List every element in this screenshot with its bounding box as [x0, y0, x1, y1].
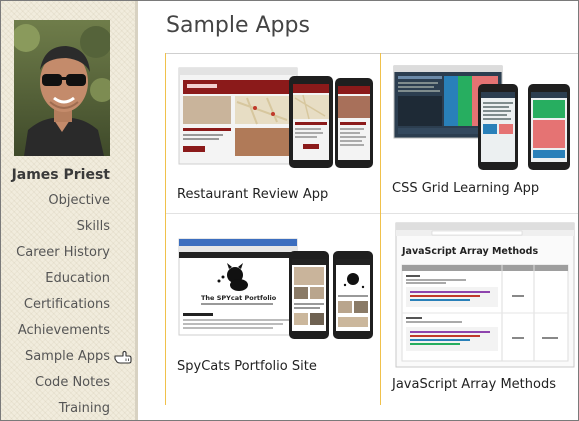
- nav-item-skills[interactable]: Skills: [1, 217, 110, 243]
- divider: [165, 213, 578, 214]
- nav-item-career-history[interactable]: Career History: [1, 243, 110, 269]
- hand-pointer-icon: [114, 349, 132, 364]
- css-grid-thumbnail: [392, 62, 577, 174]
- main-content: Sample Apps Restaurant Review App CSS Gr…: [138, 1, 578, 420]
- card-restaurant-review-app[interactable]: Restaurant Review App: [177, 62, 377, 207]
- card-spycats-portfolio-site[interactable]: The SPYcat Portfolio SpyCats Portfolio S…: [177, 233, 377, 378]
- divider: [165, 53, 578, 54]
- divider: [165, 53, 166, 405]
- nav-item-training[interactable]: Training: [1, 399, 110, 420]
- nav-item-certifications[interactable]: Certifications: [1, 295, 110, 321]
- card-css-grid-learning-app[interactable]: CSS Grid Learning App: [392, 62, 577, 202]
- javascript-array-methods-thumbnail: JavaScript Array Methods: [392, 221, 577, 371]
- nav-item-code-notes[interactable]: Code Notes: [1, 373, 110, 399]
- card-title: Restaurant Review App: [177, 187, 329, 202]
- spycats-thumbnail: The SPYcat Portfolio: [177, 233, 377, 345]
- nav-item-objective[interactable]: Objective: [1, 191, 110, 217]
- app-frame: James Priest Objective Skills Career His…: [0, 0, 579, 421]
- nav-item-education[interactable]: Education: [1, 269, 110, 295]
- js-array-heading: JavaScript Array Methods: [401, 246, 538, 257]
- sidebar: James Priest Objective Skills Career His…: [1, 1, 135, 420]
- profile-photo: [14, 20, 110, 156]
- card-title: SpyCats Portfolio Site: [177, 359, 317, 374]
- card-javascript-array-methods[interactable]: JavaScript Array Methods JavaScript Arra…: [392, 221, 577, 396]
- nav-item-sample-apps[interactable]: Sample Apps: [1, 347, 110, 373]
- nav-item-achievements[interactable]: Achievements: [1, 321, 110, 347]
- spycats-heading: The SPYcat Portfolio: [201, 294, 277, 302]
- divider: [380, 53, 381, 405]
- restaurant-review-thumbnail: [177, 62, 377, 174]
- card-title: JavaScript Array Methods: [392, 377, 556, 392]
- page-title: Sample Apps: [166, 13, 310, 38]
- card-title: CSS Grid Learning App: [392, 181, 540, 196]
- profile-name: James Priest: [11, 167, 110, 183]
- sidebar-nav: Objective Skills Career History Educatio…: [1, 191, 110, 420]
